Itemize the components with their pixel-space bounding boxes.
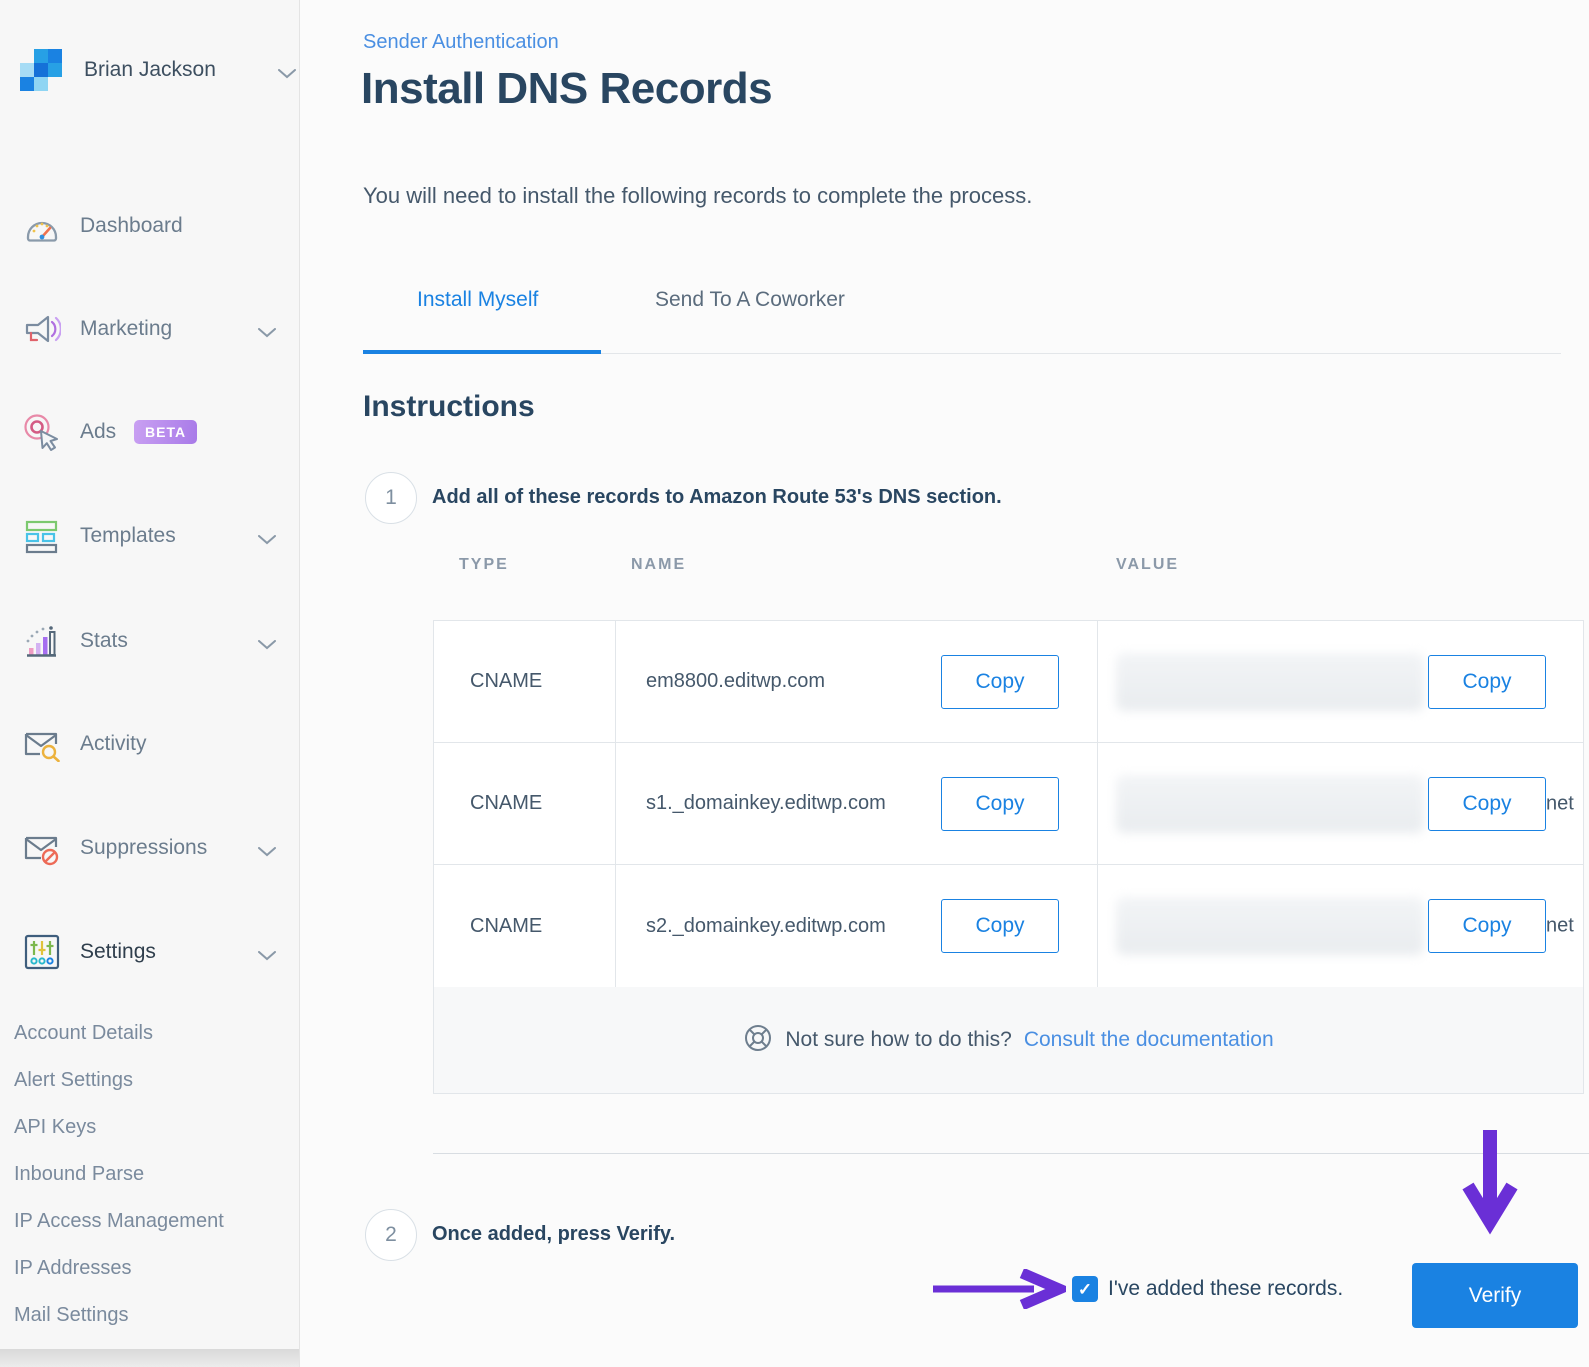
chevron-down-icon <box>258 325 276 338</box>
activity-icon <box>22 724 62 764</box>
redacted-value <box>1116 652 1424 711</box>
marketing-icon <box>22 309 62 349</box>
sidebar-item-marketing[interactable]: Marketing <box>0 305 300 353</box>
checkmark-icon: ✓ <box>1077 1279 1093 1299</box>
tab-install-myself[interactable]: Install Myself <box>417 288 538 312</box>
copy-value-button[interactable]: Copy <box>1428 776 1546 831</box>
value-suffix: net <box>1546 792 1574 814</box>
suppressions-icon <box>22 828 62 868</box>
sendgrid-logo <box>20 49 62 91</box>
dns-records-table: CNAME em8800.editwp.com Copy Copy CNAME … <box>433 620 1584 1094</box>
account-switcher[interactable]: Brian Jackson <box>20 46 296 94</box>
record-name-cell: s2._domainkey.editwp.com Copy <box>616 865 1098 987</box>
record-name: s1._domainkey.editwp.com <box>646 792 886 814</box>
table-help-footer: Not sure how to do this? Consult the doc… <box>434 987 1583 1093</box>
tab-send-to-a-coworker[interactable]: Send To A Coworker <box>655 288 845 312</box>
annotation-arrow-down-icon <box>1462 1130 1518 1259</box>
sidebar-item-activity[interactable]: Activity <box>0 720 300 768</box>
column-header-type: TYPE <box>459 556 509 573</box>
chevron-down-icon <box>258 948 276 961</box>
submenu-item-alert-settings[interactable]: Alert Settings <box>14 1057 224 1104</box>
sidebar-item-label: Templates <box>80 524 176 547</box>
step-number-text: 1 <box>385 486 397 509</box>
record-name-cell: s1._domainkey.editwp.com Copy <box>616 743 1098 865</box>
step-number-text: 2 <box>385 1223 397 1246</box>
intro-text: You will need to install the following r… <box>363 183 1033 208</box>
sidebar-item-label: Ads <box>80 420 117 443</box>
record-type: CNAME <box>434 743 616 865</box>
record-value-cell: Copy <box>1098 621 1583 743</box>
consult-documentation-link[interactable]: Consult the documentation <box>1024 1028 1274 1052</box>
submenu-item-api-keys[interactable]: API Keys <box>14 1104 224 1151</box>
submenu-item-ip-access-management[interactable]: IP Access Management <box>14 1198 224 1245</box>
submenu-item-account-details[interactable]: Account Details <box>14 1010 224 1057</box>
records-added-checkbox[interactable]: ✓ <box>1072 1276 1098 1302</box>
step-2-text: Once added, press Verify. <box>432 1223 676 1245</box>
sidebar: Brian Jackson Dashboard Marketing Ads BE… <box>0 0 300 1367</box>
redacted-value <box>1116 897 1424 955</box>
record-value-cell: Copy net <box>1098 743 1583 865</box>
settings-submenu: Account Details Alert Settings API Keys … <box>14 1010 224 1339</box>
record-value-cell: Copy net <box>1098 865 1583 987</box>
step-1-number: 1 <box>365 472 417 524</box>
submenu-item-ip-addresses[interactable]: IP Addresses <box>14 1245 224 1292</box>
redacted-value <box>1116 774 1424 833</box>
sidebar-item-ads[interactable]: Ads BETA <box>0 408 300 456</box>
section-divider <box>433 1153 1589 1154</box>
column-header-name: NAME <box>631 556 687 573</box>
templates-icon <box>22 516 62 556</box>
ads-icon <box>22 412 62 452</box>
verify-button[interactable]: Verify <box>1412 1263 1578 1328</box>
breadcrumb-sender-authentication[interactable]: Sender Authentication <box>363 31 559 54</box>
main-content: Sender Authentication Install DNS Record… <box>301 0 1589 1367</box>
chevron-down-icon <box>258 844 276 857</box>
value-suffix: net <box>1546 914 1574 937</box>
sidebar-item-stats[interactable]: Stats <box>0 617 300 665</box>
record-name: s2._domainkey.editwp.com <box>646 914 886 937</box>
chevron-down-icon <box>258 637 276 650</box>
record-type: CNAME <box>434 865 616 987</box>
help-question: Not sure how to do this? <box>785 1028 1012 1051</box>
dashboard-icon <box>22 206 62 246</box>
active-tab-underline <box>363 350 601 354</box>
copy-name-button[interactable]: Copy <box>941 654 1059 709</box>
sidebar-item-label: Activity <box>80 732 147 755</box>
sidebar-item-label: Stats <box>80 629 128 652</box>
sidebar-item-label: Settings <box>80 940 156 963</box>
record-name-cell: em8800.editwp.com Copy <box>616 621 1098 743</box>
app-window: Brian Jackson Dashboard Marketing Ads BE… <box>0 0 1589 1367</box>
record-name: em8800.editwp.com <box>646 670 825 692</box>
submenu-item-inbound-parse[interactable]: Inbound Parse <box>14 1151 224 1198</box>
copy-name-button[interactable]: Copy <box>941 776 1059 831</box>
copy-name-button[interactable]: Copy <box>941 899 1059 953</box>
stats-icon <box>22 621 62 661</box>
sidebar-item-suppressions[interactable]: Suppressions <box>0 824 300 872</box>
chevron-down-icon <box>258 532 276 545</box>
sidebar-item-label: Marketing <box>80 317 173 340</box>
page-title: Install DNS Records <box>361 64 773 113</box>
settings-icon <box>22 932 62 972</box>
record-type: CNAME <box>434 621 616 743</box>
sidebar-item-templates[interactable]: Templates <box>0 512 300 560</box>
account-name: Brian Jackson <box>84 58 216 81</box>
copy-value-button[interactable]: Copy <box>1428 654 1546 709</box>
records-added-label: I've added these records. <box>1108 1277 1344 1300</box>
submenu-item-partially-visible[interactable] <box>0 1349 299 1367</box>
sidebar-item-dashboard[interactable]: Dashboard <box>0 202 300 250</box>
column-header-value: VALUE <box>1116 556 1180 573</box>
instructions-heading: Instructions <box>363 390 535 423</box>
life-buoy-icon <box>743 1023 773 1058</box>
chevron-down-icon <box>278 66 296 79</box>
submenu-item-mail-settings[interactable]: Mail Settings <box>14 1292 224 1339</box>
sidebar-item-label: Dashboard <box>80 214 183 237</box>
sidebar-item-label: Suppressions <box>80 836 208 859</box>
beta-badge: BETA <box>134 420 198 444</box>
annotation-arrow-right-icon <box>930 1267 1073 1314</box>
sidebar-item-settings[interactable]: Settings <box>0 928 300 976</box>
copy-value-button[interactable]: Copy <box>1428 899 1546 953</box>
step-1-text: Add all of these records to Amazon Route… <box>432 486 1002 508</box>
step-2-number: 2 <box>365 1209 417 1261</box>
